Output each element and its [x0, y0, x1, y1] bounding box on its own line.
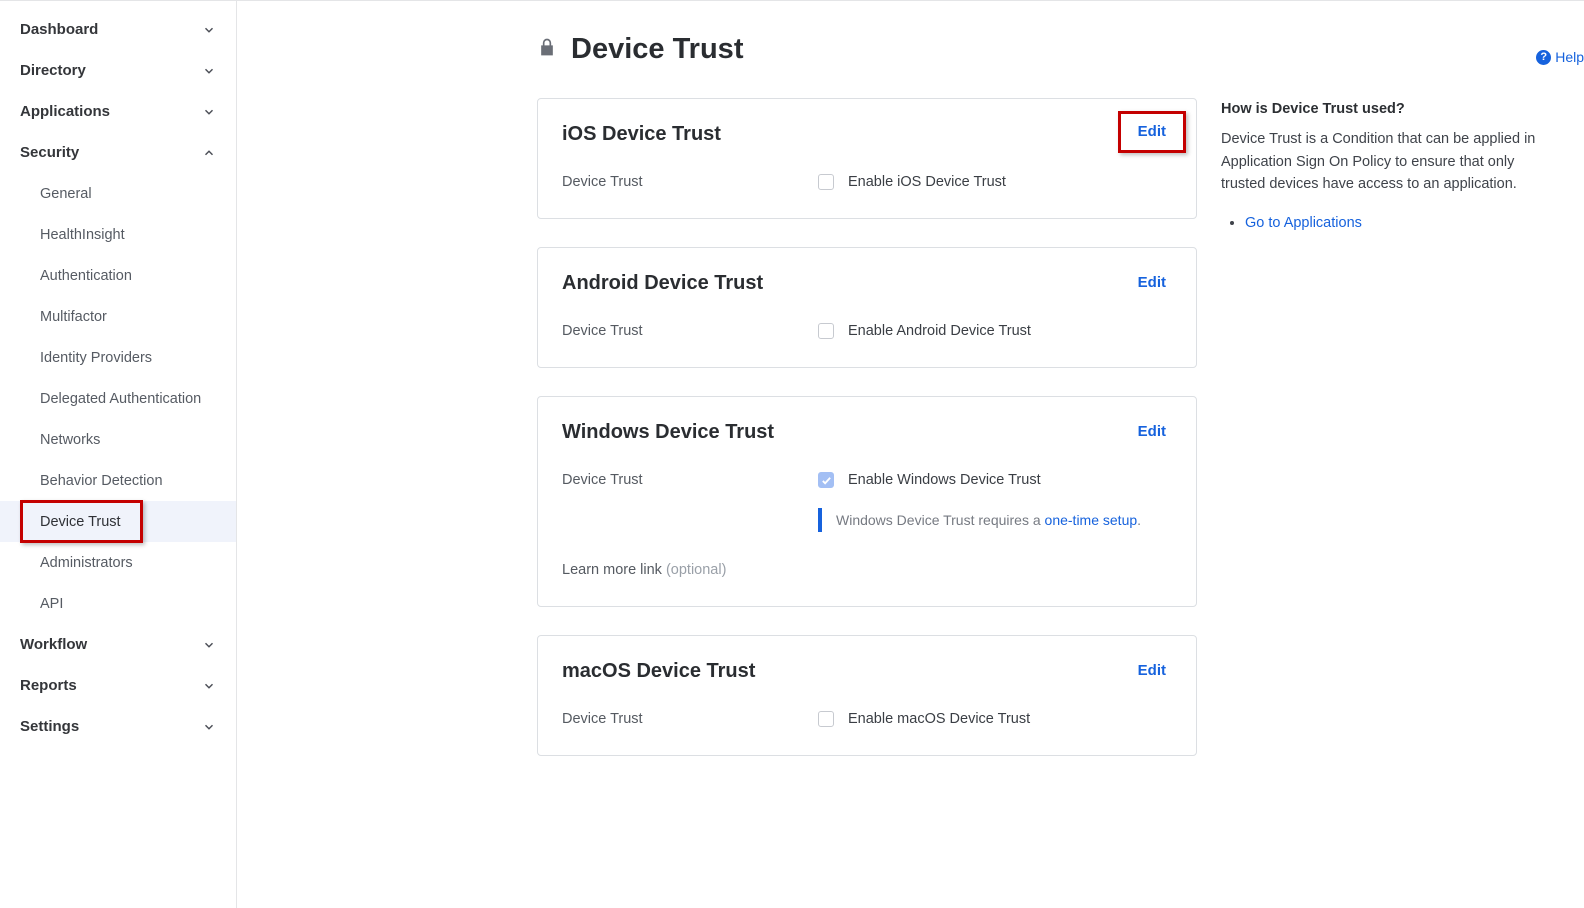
card-macos-device-trust: macOS Device Trust Edit Device Trust Ena… [537, 635, 1197, 756]
nav-label: Workflow [20, 636, 87, 653]
edit-button[interactable]: Edit [1132, 121, 1172, 142]
chevron-down-icon [202, 638, 216, 652]
checkbox-label: Enable iOS Device Trust [848, 174, 1006, 190]
nav-reports[interactable]: Reports [0, 665, 236, 706]
nav-workflow[interactable]: Workflow [0, 624, 236, 665]
nav-sub-label: Behavior Detection [40, 473, 163, 489]
nav-label: Settings [20, 718, 79, 735]
nav-security-administrators[interactable]: Administrators [0, 542, 236, 583]
nav-sub-label: Authentication [40, 268, 132, 284]
help-icon: ? [1536, 50, 1551, 65]
aside-body: Device Trust is a Condition that can be … [1221, 128, 1550, 195]
nav-security-device-trust[interactable]: Device Trust [0, 501, 236, 542]
nav-sub-label: HealthInsight [40, 227, 125, 243]
nav-sub-label: Networks [40, 432, 100, 448]
nav-sub-label: General [40, 186, 92, 202]
nav-label: Reports [20, 677, 77, 694]
chevron-down-icon [202, 105, 216, 119]
chevron-down-icon [202, 23, 216, 37]
one-time-setup-link[interactable]: one-time setup [1045, 512, 1138, 528]
nav-sub-label: Administrators [40, 555, 133, 571]
nav-sub-label: Delegated Authentication [40, 391, 201, 407]
nav-security-api[interactable]: API [0, 583, 236, 624]
edit-button[interactable]: Edit [1132, 660, 1172, 681]
page-title: Device Trust [571, 33, 743, 66]
card-ios-device-trust: iOS Device Trust Edit Device Trust Enabl… [537, 98, 1197, 219]
learn-more-row: Learn more link (optional) [562, 562, 1172, 578]
checkbox-unchecked[interactable] [818, 174, 834, 190]
page-header: Device Trust [537, 33, 1560, 66]
nav-security-authentication[interactable]: Authentication [0, 255, 236, 296]
checkbox-unchecked[interactable] [818, 711, 834, 727]
nav-security-networks[interactable]: Networks [0, 419, 236, 460]
nav-sub-label: Identity Providers [40, 350, 152, 366]
checkbox-label: Enable Windows Device Trust [848, 472, 1041, 488]
edit-button[interactable]: Edit [1132, 421, 1172, 442]
optional-label: (optional) [666, 562, 726, 578]
nav-label: Security [20, 144, 79, 161]
edit-button[interactable]: Edit [1132, 272, 1172, 293]
nav-security[interactable]: Security [0, 132, 236, 173]
lock-icon [537, 35, 557, 64]
help-label: Help [1555, 49, 1584, 65]
card-title: iOS Device Trust [562, 123, 721, 146]
nav-security-delegated-authentication[interactable]: Delegated Authentication [0, 378, 236, 419]
nav-security-healthinsight[interactable]: HealthInsight [0, 214, 236, 255]
nav-directory[interactable]: Directory [0, 50, 236, 91]
card-title: Windows Device Trust [562, 421, 774, 444]
row-label: Device Trust [562, 711, 818, 727]
sidebar: Dashboard Directory Applications Securit… [0, 1, 237, 908]
aside-heading: How is Device Trust used? [1221, 98, 1550, 120]
nav-applications[interactable]: Applications [0, 91, 236, 132]
chevron-down-icon [202, 679, 216, 693]
note-suffix: . [1137, 512, 1141, 528]
card-title: Android Device Trust [562, 272, 763, 295]
nav-label: Directory [20, 62, 86, 79]
checkbox-unchecked[interactable] [818, 323, 834, 339]
note-text: Windows Device Trust requires a [836, 512, 1045, 528]
card-windows-device-trust: Windows Device Trust Edit Device Trust E… [537, 396, 1197, 607]
nav-label: Applications [20, 103, 110, 120]
nav-sub-label: Device Trust [40, 514, 121, 530]
help-link[interactable]: ? Help [1536, 49, 1584, 65]
checkbox-label: Enable macOS Device Trust [848, 711, 1030, 727]
chevron-up-icon [202, 146, 216, 160]
main-content: ? Help Device Trust iOS Device Trust Edi… [237, 1, 1584, 908]
nav-dashboard[interactable]: Dashboard [0, 9, 236, 50]
row-label: Device Trust [562, 472, 818, 488]
row-label: Device Trust [562, 323, 818, 339]
checkbox-label: Enable Android Device Trust [848, 323, 1031, 339]
cards-column: iOS Device Trust Edit Device Trust Enabl… [537, 98, 1197, 784]
card-android-device-trust: Android Device Trust Edit Device Trust E… [537, 247, 1197, 368]
chevron-down-icon [202, 720, 216, 734]
info-aside: How is Device Trust used? Device Trust i… [1221, 98, 1560, 234]
chevron-down-icon [202, 64, 216, 78]
go-to-applications-link[interactable]: Go to Applications [1245, 215, 1362, 231]
setup-note: Windows Device Trust requires a one-time… [818, 508, 1172, 532]
checkbox-checked[interactable] [818, 472, 834, 488]
row-label: Device Trust [562, 174, 818, 190]
nav-security-behavior-detection[interactable]: Behavior Detection [0, 460, 236, 501]
learn-more-label: Learn more link [562, 562, 666, 578]
nav-settings[interactable]: Settings [0, 706, 236, 747]
nav-security-general[interactable]: General [0, 173, 236, 214]
nav-label: Dashboard [20, 21, 98, 38]
nav-security-identity-providers[interactable]: Identity Providers [0, 337, 236, 378]
card-title: macOS Device Trust [562, 660, 755, 683]
nav-security-multifactor[interactable]: Multifactor [0, 296, 236, 337]
nav-sub-label: API [40, 596, 63, 612]
nav-sub-label: Multifactor [40, 309, 107, 325]
